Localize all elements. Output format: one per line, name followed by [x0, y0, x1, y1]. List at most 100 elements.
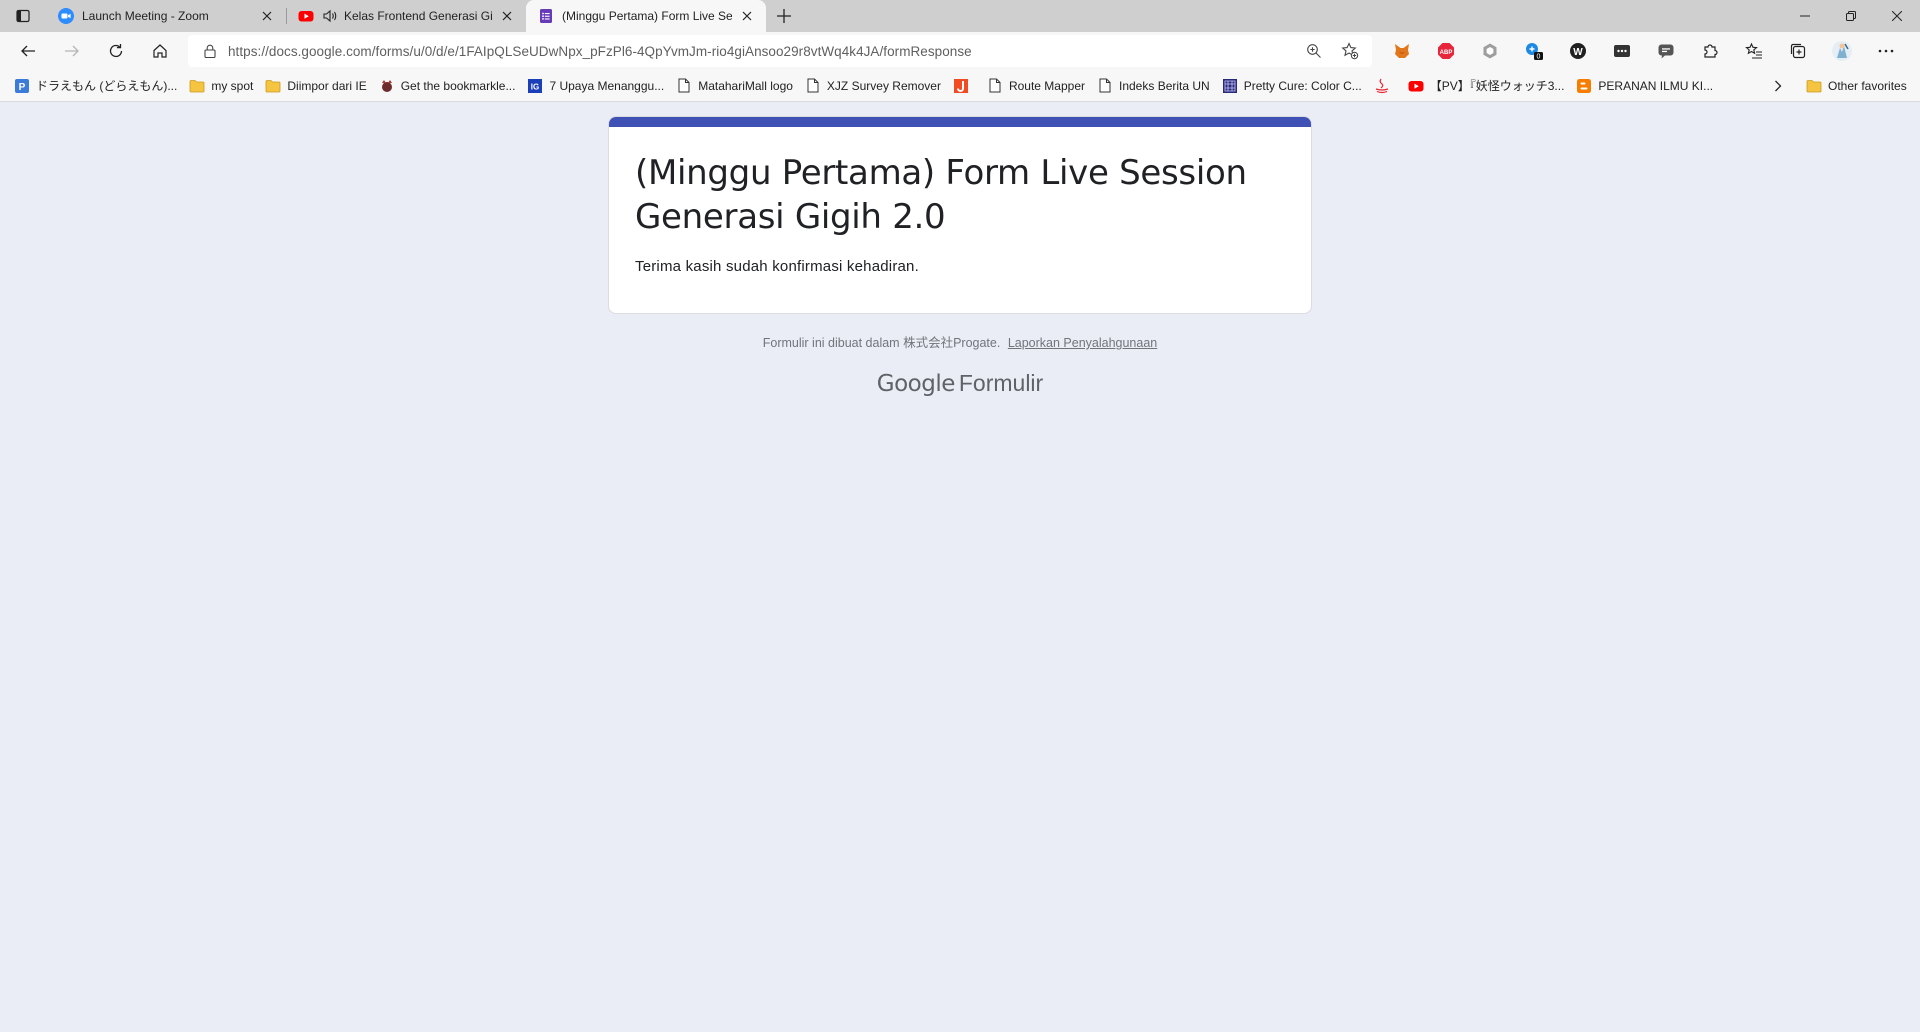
tab-title: (Minggu Pertama) Form Live Session — [562, 9, 732, 23]
speaker-icon[interactable] — [322, 8, 338, 24]
new-tab-button[interactable] — [766, 0, 802, 32]
restore-button[interactable] — [1828, 0, 1874, 32]
bookmark-my-spot[interactable]: my spot — [185, 74, 257, 98]
extensions-bar: ABP 0 W — [1380, 35, 1908, 67]
bookmark-label: XJZ Survey Remover — [826, 78, 941, 93]
forward-arrow-icon — [65, 45, 79, 57]
ig-icon: IG — [527, 78, 543, 94]
chat-extension[interactable] — [1644, 35, 1688, 67]
forms-wordmark: Formulir — [958, 370, 1044, 396]
folder-icon — [189, 78, 205, 94]
privacy-extension[interactable] — [1468, 35, 1512, 67]
add-favorite-button[interactable] — [1334, 37, 1366, 65]
forward-button[interactable] — [54, 35, 90, 67]
avatar-icon — [1832, 41, 1852, 61]
bookmark-doraemon[interactable]: P ドラえもん (どらえもん)... — [10, 74, 181, 98]
page-icon — [987, 78, 1003, 94]
w-extension[interactable]: W — [1556, 35, 1600, 67]
collections-button[interactable] — [1776, 35, 1820, 67]
folder-icon — [265, 78, 281, 94]
back-arrow-icon — [21, 45, 35, 57]
favorites-button[interactable] — [1732, 35, 1776, 67]
tab-zoom[interactable]: Launch Meeting - Zoom — [46, 0, 286, 32]
tab-actions-button[interactable] — [0, 0, 46, 32]
lock-icon[interactable] — [202, 43, 218, 59]
bookmark-yokai-watch[interactable]: 【PV】『妖怪ウォッチ3... — [1404, 74, 1569, 98]
java-icon — [1374, 78, 1390, 94]
minimize-button[interactable] — [1782, 0, 1828, 32]
zoom-icon — [58, 8, 74, 24]
other-favorites-label: Other favorites — [1828, 79, 1907, 93]
bookmarklet-icon — [379, 78, 395, 94]
bookmark-label: Diimpor dari IE — [287, 78, 367, 93]
tab-strip: Launch Meeting - Zoom Kelas Frontend Gen… — [0, 0, 1920, 32]
tab-title: Kelas Frontend Generasi Gigih — [344, 9, 492, 23]
zoom-in-icon — [1307, 44, 1321, 58]
form-title: (Minggu Pertama) Form Live Session Gener… — [635, 153, 1247, 237]
address-bar[interactable]: https://docs.google.com/forms/u/0/d/e/1F… — [188, 35, 1372, 67]
youtube-icon — [298, 8, 314, 24]
bookmark-pretty-cure[interactable]: Pretty Cure: Color C... — [1218, 74, 1366, 98]
youtube-icon — [1408, 78, 1424, 94]
bookmark-mataharimall[interactable]: MatahariMall logo — [672, 74, 797, 98]
more-favorites-button[interactable] — [1766, 74, 1790, 98]
home-button[interactable] — [142, 35, 178, 67]
j-icon — [953, 78, 969, 94]
bookmark-label: Get the bookmarkle... — [400, 78, 516, 93]
tab-google-form[interactable]: (Minggu Pertama) Form Live Session — [526, 0, 766, 32]
extensions-button[interactable] — [1688, 35, 1732, 67]
google-wordmark: Google — [876, 371, 956, 397]
google-forms-icon — [538, 8, 554, 24]
p-icon: P — [14, 78, 30, 94]
close-icon[interactable] — [738, 7, 756, 25]
bookmark-indeks-berita[interactable]: Indeks Berita UN — [1093, 74, 1214, 98]
favorites-list-icon — [1745, 42, 1762, 59]
w-circle-icon: W — [1570, 43, 1586, 59]
star-add-icon — [1341, 42, 1359, 60]
form-accent-bar — [609, 117, 1311, 127]
bookmark-label: Indeks Berita UN — [1119, 78, 1210, 93]
bookmark-label: ドラえもん (どらえもん)... — [36, 79, 178, 93]
favorites-bar: P ドラえもん (どらえもん)... my spot Diimpor dari … — [0, 70, 1920, 102]
close-icon[interactable] — [258, 7, 276, 25]
back-button[interactable] — [10, 35, 46, 67]
close-icon — [1892, 11, 1902, 21]
plus-icon — [777, 9, 791, 23]
bookmark-diimpor[interactable]: Diimpor dari IE — [261, 74, 370, 98]
bookmark-route-mapper[interactable]: Route Mapper — [983, 74, 1089, 98]
google-forms-logo[interactable]: Google Formulir — [0, 370, 1920, 397]
home-icon — [153, 44, 167, 58]
metamask-extension[interactable] — [1380, 35, 1424, 67]
tab-youtube[interactable]: Kelas Frontend Generasi Gigih — [286, 0, 526, 32]
bookmark-j[interactable] — [949, 74, 979, 98]
bookmark-peranan[interactable]: PERANAN ILMU KI... — [1572, 74, 1717, 98]
dots-extension[interactable] — [1600, 35, 1644, 67]
form-footer: Formulir ini dibuat dalam 株式会社Progate. L… — [0, 332, 1920, 351]
profile-button[interactable] — [1820, 35, 1864, 67]
restore-icon — [1846, 11, 1856, 21]
report-abuse-link[interactable]: Laporkan Penyalahgunaan — [1008, 336, 1157, 350]
svg-text:0: 0 — [1537, 54, 1541, 61]
bookmark-java[interactable] — [1370, 74, 1400, 98]
tracker-icon: 0 — [1526, 43, 1543, 61]
folder-icon — [1806, 78, 1822, 94]
bookmark-7-upaya[interactable]: IG 7 Upaya Menanggu... — [523, 74, 668, 98]
bookmark-bookmarklet[interactable]: Get the bookmarkle... — [375, 74, 520, 98]
url-text[interactable]: https://docs.google.com/forms/u/0/d/e/1F… — [228, 44, 1298, 59]
refresh-button[interactable] — [98, 35, 134, 67]
settings-more-button[interactable] — [1864, 35, 1908, 67]
adblock-plus-extension[interactable]: ABP — [1424, 35, 1468, 67]
zoom-magnifier-button[interactable] — [1298, 37, 1330, 65]
bookmark-label: 7 Upaya Menanggu... — [549, 78, 665, 93]
puzzle-icon — [1704, 44, 1718, 58]
confirmation-message: Terima kasih sudah konfirmasi kehadiran. — [635, 258, 919, 275]
tracker-extension[interactable]: 0 — [1512, 35, 1556, 67]
minimize-icon — [1800, 15, 1810, 17]
close-window-button[interactable] — [1874, 0, 1920, 32]
page-icon — [805, 78, 821, 94]
close-icon[interactable] — [498, 7, 516, 25]
other-favorites[interactable]: Other favorites — [1802, 74, 1911, 98]
chevron-right-icon — [1775, 80, 1782, 92]
chat-icon — [1658, 44, 1674, 59]
bookmark-xjz[interactable]: XJZ Survey Remover — [801, 74, 945, 98]
